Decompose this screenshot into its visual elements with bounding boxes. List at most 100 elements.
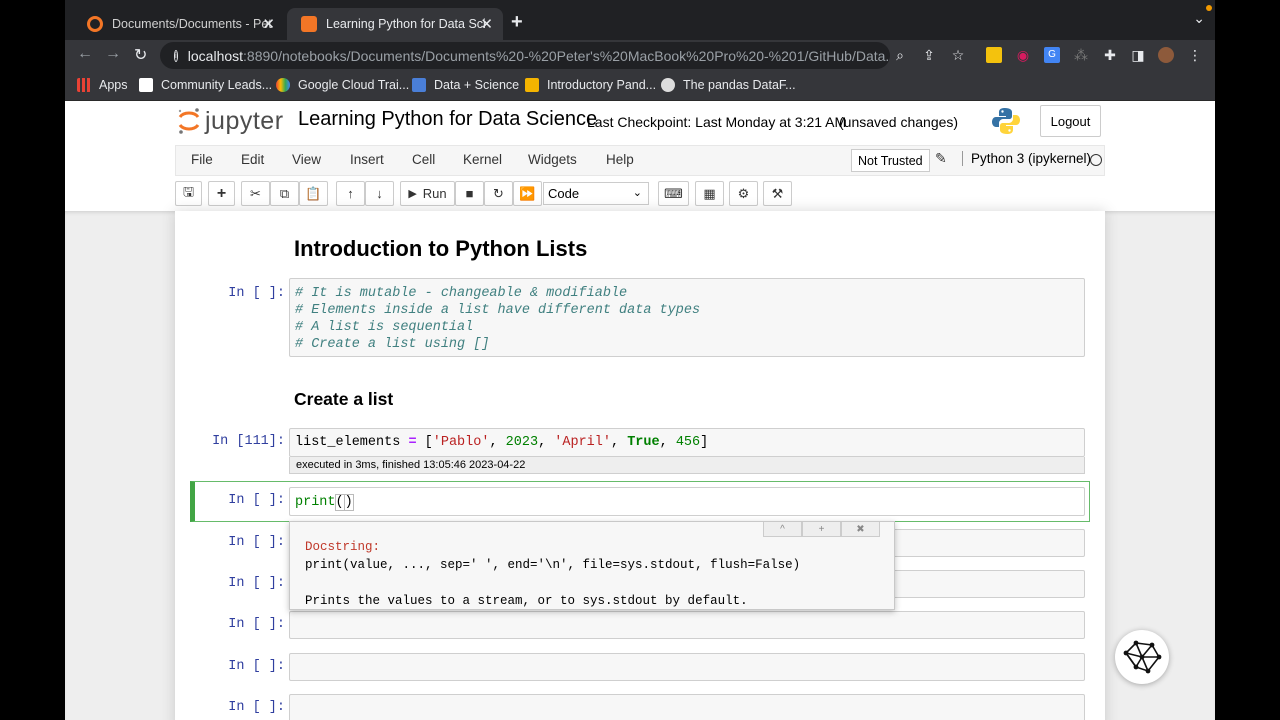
bookmark-pandas-dataframe[interactable]: The pandas DataF...	[661, 78, 796, 92]
bookmark-data-science[interactable]: Data + Science	[412, 78, 519, 92]
browser-menu-icon[interactable]: ⋮	[1187, 47, 1203, 63]
extensions-puzzle-icon[interactable]: ✚	[1102, 47, 1118, 63]
extension-notes-icon[interactable]	[986, 47, 1002, 63]
fast-forward-icon: ⏩	[519, 185, 536, 201]
extension-translate-icon[interactable]: G	[1044, 47, 1060, 63]
url-host: localhost	[187, 47, 244, 64]
code-line: print()	[295, 494, 354, 512]
site-info-icon[interactable]: i	[174, 49, 178, 62]
interrupt-button[interactable]: ■	[455, 181, 484, 206]
menu-help[interactable]: Help	[606, 152, 634, 167]
tab-notebook[interactable]: Learning Python for Data Scien ✕	[287, 8, 503, 40]
github-icon	[661, 78, 675, 92]
share-icon[interactable]: ⇪	[921, 47, 937, 63]
copy-button[interactable]: ⧉	[270, 181, 299, 206]
back-icon[interactable]: ←	[77, 45, 93, 63]
tooltip-more-button[interactable]: +	[802, 522, 841, 537]
jupyter-logo-icon	[178, 108, 200, 134]
code-token: ]	[700, 435, 709, 450]
floating-assistant-button[interactable]	[1115, 630, 1169, 684]
tooltip-close-button[interactable]: ✖	[841, 522, 880, 537]
hammer-button[interactable]: ⚒	[763, 181, 792, 206]
code-cell-comments[interactable]: # It is mutable - changeable & modifiabl…	[289, 278, 1085, 357]
code-token: [	[416, 435, 433, 450]
settings-button[interactable]: ⚙	[729, 181, 758, 206]
insert-cell-button[interactable]: +	[208, 181, 235, 206]
side-panel-icon[interactable]: ◨	[1130, 47, 1146, 63]
bookmark-apps[interactable]: Apps	[77, 78, 128, 92]
kernel-name[interactable]: Python 3 (ipykernel)	[962, 151, 1091, 166]
menu-edit[interactable]: Edit	[241, 152, 264, 167]
code-line: # It is mutable - changeable & modifiabl…	[295, 286, 628, 301]
reload-icon[interactable]: ↻	[134, 45, 147, 65]
profile-avatar[interactable]	[1158, 47, 1174, 63]
markdown-heading-intro[interactable]: Introduction to Python Lists	[294, 236, 587, 262]
execution-time-label: executed in 3ms, finished 13:05:46 2023-…	[289, 457, 1085, 474]
google-cloud-icon	[276, 78, 290, 92]
bookmark-introductory-pandas[interactable]: Introductory Pand...	[525, 78, 656, 92]
paste-button[interactable]: 📋	[299, 181, 328, 206]
code-token: =	[408, 435, 417, 450]
extension-record-icon[interactable]: ◉	[1015, 47, 1031, 63]
menu-cell[interactable]: Cell	[412, 152, 435, 167]
code-token: print	[295, 495, 336, 511]
notebook-title[interactable]: Learning Python for Data Science	[298, 108, 597, 131]
tab-documents[interactable]: Documents/Documents - Peter ✕	[73, 8, 285, 40]
code-cell-empty[interactable]	[289, 694, 1085, 720]
plus-icon: +	[216, 184, 227, 202]
forward-icon[interactable]: →	[105, 45, 121, 63]
scissors-icon: ✂	[250, 185, 261, 201]
jupyter-logo[interactable]: jupyter	[177, 106, 284, 136]
bookmark-label: Data + Science	[434, 78, 520, 92]
code-line: # Create a list using []	[295, 337, 490, 352]
logout-button[interactable]: Logout	[1040, 105, 1101, 137]
code-token: 456	[675, 435, 701, 450]
trust-button[interactable]: Not Trusted	[851, 149, 930, 172]
play-icon: ▶	[408, 188, 417, 200]
zoom-icon[interactable]: ⌕	[892, 47, 908, 63]
markdown-heading-create[interactable]: Create a list	[294, 389, 393, 410]
menu-file[interactable]: File	[191, 152, 213, 167]
code-cell-print[interactable]: print()	[289, 487, 1085, 516]
tab-search-chevron-icon[interactable]: ⌄	[1193, 10, 1205, 27]
move-down-button[interactable]: ↓	[365, 181, 394, 206]
run-button[interactable]: ▶ Run	[400, 181, 455, 206]
calendar-button[interactable]: ▦	[695, 181, 724, 206]
move-up-button[interactable]: ↑	[336, 181, 365, 206]
code-line: list_elements = ['Pablo', 2023, 'April',…	[295, 435, 708, 450]
bookmark-community-leads[interactable]: Community Leads...	[139, 78, 272, 92]
address-bar[interactable]: i localhost:8890/notebooks/Documents/Doc…	[160, 42, 890, 69]
restart-run-all-button[interactable]: ⏩	[513, 181, 542, 206]
close-tab-icon[interactable]: ✕	[262, 15, 275, 33]
bookmark-google-cloud[interactable]: Google Cloud Trai...	[276, 78, 409, 92]
cell-prompt: In [ ]:	[228, 617, 285, 632]
edit-pencil-icon[interactable]: ✎	[935, 150, 947, 167]
code-cell-list[interactable]: list_elements = ['Pablo', 2023, 'April',…	[289, 428, 1085, 457]
bookmark-star-icon[interactable]: ☆	[950, 47, 966, 63]
arrow-up-icon: ↑	[347, 186, 354, 201]
code-token: ,	[659, 435, 676, 450]
code-cell-empty[interactable]	[289, 653, 1085, 681]
save-button[interactable]: 🖫	[175, 181, 202, 206]
menu-insert[interactable]: Insert	[350, 152, 384, 167]
bookmark-label: Community Leads...	[161, 78, 273, 92]
menu-view[interactable]: View	[292, 152, 321, 167]
menu-kernel[interactable]: Kernel	[463, 152, 502, 167]
tooltip-expand-button[interactable]: ^	[763, 522, 802, 537]
cell-type-select[interactable]: Code ⌄	[543, 182, 649, 205]
restart-button[interactable]: ↻	[484, 181, 513, 206]
bookmark-label: Introductory Pand...	[547, 78, 657, 92]
docstring-label: Docstring:	[305, 540, 381, 554]
extension-network-icon[interactable]: ⁂	[1073, 47, 1089, 63]
code-cell-empty[interactable]	[289, 611, 1085, 639]
cell-prompt: In [ ]:	[228, 700, 285, 715]
cut-button[interactable]: ✂	[241, 181, 270, 206]
checkpoint-status: Last Checkpoint: Last Monday at 3:21 AM	[587, 114, 847, 130]
menu-widgets[interactable]: Widgets	[528, 152, 577, 167]
new-tab-icon[interactable]: +	[511, 11, 523, 34]
docstring-tooltip: ^ + ✖ Docstring: print(value, ..., sep='…	[289, 521, 895, 610]
code-token: ,	[611, 435, 628, 450]
close-tab-icon[interactable]: ✕	[480, 15, 493, 33]
command-palette-button[interactable]: ⌨	[658, 181, 689, 206]
bookmark-label: Google Cloud Trai...	[298, 78, 410, 92]
